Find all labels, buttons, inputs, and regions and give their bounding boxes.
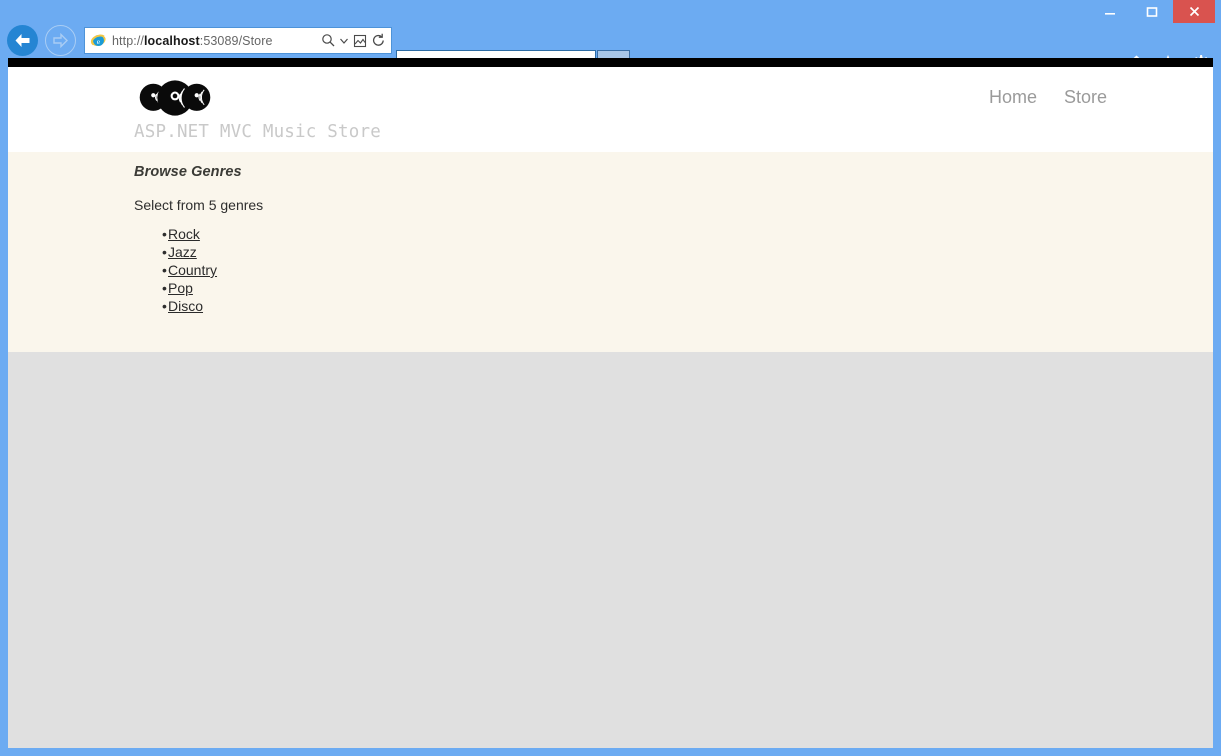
page-background-area [8, 352, 1213, 748]
forward-arrow-icon [52, 33, 69, 48]
broken-page-glyph [353, 34, 367, 48]
internet-explorer-icon: e [89, 30, 108, 52]
compatibility-view-icon[interactable] [350, 30, 369, 52]
ie-logo-glyph: e [90, 32, 107, 49]
chevron-down-icon [340, 38, 348, 44]
list-item: Country [134, 261, 1213, 279]
genre-link-disco[interactable]: Disco [168, 298, 203, 314]
minimize-icon [1104, 6, 1116, 18]
genre-count-text: Select from 5 genres [134, 197, 1213, 213]
list-item: Jazz [134, 243, 1213, 261]
nav-link-home[interactable]: Home [989, 87, 1037, 108]
back-button[interactable] [7, 25, 38, 56]
list-item: Disco [134, 297, 1213, 315]
list-item: Rock [134, 225, 1213, 243]
list-item: Pop [134, 279, 1213, 297]
brand[interactable]: ASP.NET MVC Music Store [134, 79, 381, 142]
genre-link-country[interactable]: Country [168, 262, 217, 278]
search-dropdown-icon[interactable] [338, 30, 350, 52]
site-header: ASP.NET MVC Music Store Home Store [8, 67, 1213, 152]
browser-chrome-separator [8, 58, 1213, 67]
nav-link-store[interactable]: Store [1064, 87, 1107, 108]
close-icon [1188, 5, 1201, 18]
vinyl-records-logo [134, 79, 216, 117]
minimize-button[interactable] [1089, 0, 1131, 23]
genre-link-rock[interactable]: Rock [168, 226, 200, 242]
refresh-glyph [371, 33, 386, 48]
close-button[interactable] [1173, 0, 1215, 23]
maximize-icon [1146, 6, 1158, 18]
browser-window: e http://localhost:53089/Store [0, 0, 1221, 756]
content-band: Browse Genres Select from 5 genres Rock … [8, 152, 1213, 352]
main-navigation: Home Store [989, 87, 1107, 108]
genre-list: Rock Jazz Country Pop Disco [134, 225, 1213, 315]
page-viewport: ASP.NET MVC Music Store Home Store Brows… [8, 67, 1213, 748]
forward-button[interactable] [45, 25, 76, 56]
brand-title: ASP.NET MVC Music Store [134, 122, 381, 142]
window-controls [1089, 0, 1215, 24]
address-url-text: http://localhost:53089/Store [112, 34, 319, 48]
back-arrow-icon [13, 32, 32, 49]
page-title: Browse Genres [134, 164, 1213, 180]
search-icon[interactable] [319, 30, 338, 52]
address-bar[interactable]: e http://localhost:53089/Store [84, 27, 392, 54]
genre-link-pop[interactable]: Pop [168, 280, 193, 296]
genre-link-jazz[interactable]: Jazz [168, 244, 197, 260]
svg-text:e: e [97, 37, 101, 46]
maximize-button[interactable] [1131, 0, 1173, 23]
refresh-icon[interactable] [369, 30, 388, 52]
title-bar [0, 0, 1221, 24]
navigation-toolbar: e http://localhost:53089/Store [0, 24, 1221, 58]
magnifier-glyph [321, 33, 336, 48]
